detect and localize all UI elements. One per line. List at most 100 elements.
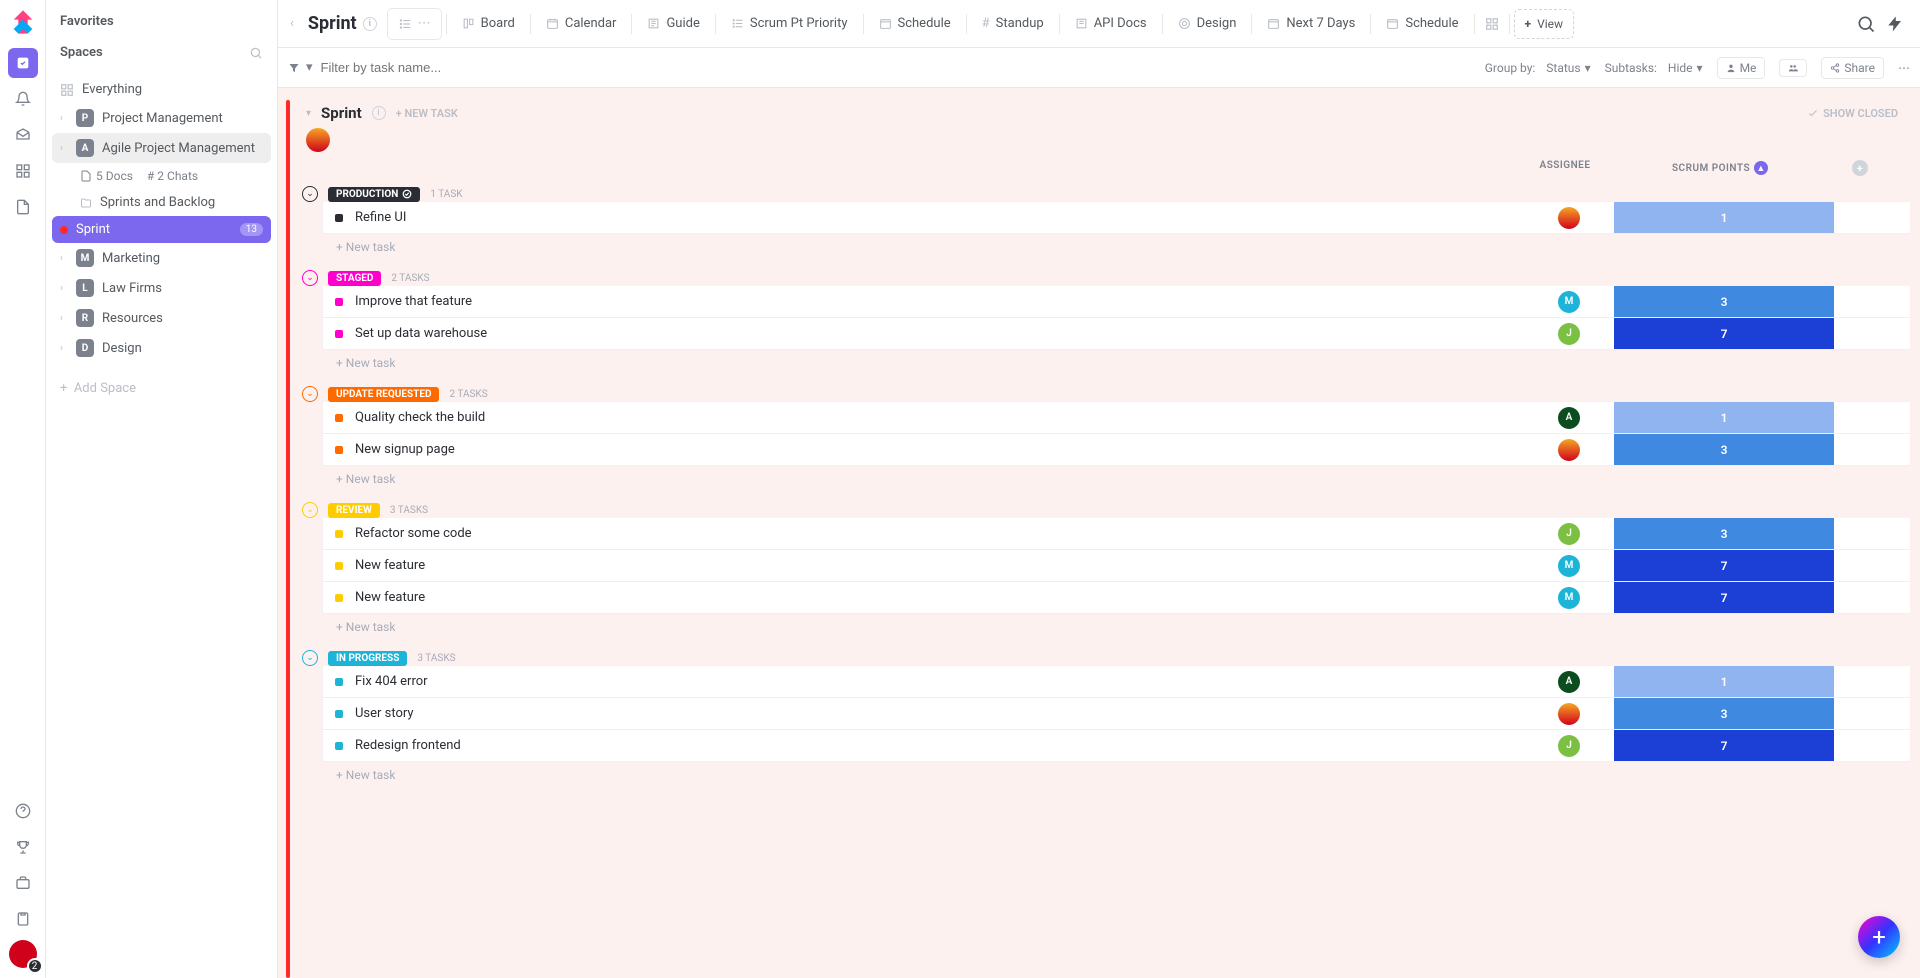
view-tab-standup[interactable]: #Standup [971,8,1055,40]
view-tab-api-docs[interactable]: API Docs [1064,8,1158,40]
assignee-avatar[interactable]: J [1558,523,1580,545]
sidebar-space-agile-project-management[interactable]: ›AAgile Project Management [52,133,271,163]
task-points-cell[interactable]: 7 [1614,730,1834,761]
groupby-button[interactable]: Group by: Status ▾ [1485,61,1591,75]
sidebar-spaces-header[interactable]: Spaces [46,37,277,68]
collapse-group-icon[interactable]: ⌄ [302,270,318,286]
view-tab-schedule[interactable]: Schedule [1375,8,1469,40]
task-row[interactable]: User story 3 [322,698,1910,730]
info-icon[interactable]: i [363,17,377,31]
collapse-group-icon[interactable]: ⌄ [302,186,318,202]
me-button[interactable]: Me [1717,57,1766,79]
rail-doc-icon[interactable] [8,192,38,222]
assignee-avatar[interactable]: M [1558,555,1580,577]
status-label[interactable]: STAGED [328,271,381,286]
task-row[interactable]: Redesign frontend J 7 [322,730,1910,762]
grid-view-icon[interactable] [1479,17,1505,31]
rail-trophy-icon[interactable] [8,832,38,862]
rail-inbox-icon[interactable] [8,120,38,150]
rail-help-icon[interactable] [8,796,38,826]
rail-bell-icon[interactable] [8,84,38,114]
share-button[interactable]: Share [1821,57,1884,79]
view-tab-board[interactable]: Board [451,8,526,40]
view-tab-scrum-pt-priority[interactable]: Scrum Pt Priority [720,8,859,40]
sidebar-list-sprint[interactable]: Sprint13 [52,216,271,243]
sidebar-space-project-management[interactable]: ›PProject Management [46,103,277,133]
col-points-header[interactable]: SCRUM POINTS▲ [1610,160,1830,176]
new-task-row[interactable]: + New task [288,350,1910,376]
rail-briefcase-icon[interactable] [8,868,38,898]
more-menu-icon[interactable]: ⋯ [1898,61,1910,75]
sidebar-space-resources[interactable]: ›RResources [46,303,277,333]
view-tab-design[interactable]: Design [1167,8,1248,40]
assignee-avatar[interactable] [1558,703,1580,725]
bolt-icon[interactable] [1886,15,1904,33]
add-view-button[interactable]: +View [1514,9,1575,39]
task-points-cell[interactable]: 3 [1614,434,1834,465]
assignee-avatar[interactable]: J [1558,323,1580,345]
docs-chip[interactable]: 5 Docs [80,169,133,183]
sprint-info-icon[interactable]: i [372,106,386,120]
task-row[interactable]: Refine UI 1 [322,202,1910,234]
assignee-avatar[interactable]: J [1558,735,1580,757]
task-points-cell[interactable]: 1 [1614,666,1834,697]
fab-create-button[interactable]: + [1858,916,1900,958]
collapse-group-icon[interactable]: ⌄ [302,650,318,666]
new-task-row[interactable]: + New task [288,614,1910,640]
logo-icon[interactable] [9,8,37,36]
task-points-cell[interactable]: 3 [1614,286,1834,317]
collapse-group-icon[interactable]: ⌄ [302,386,318,402]
task-points-cell[interactable]: 1 [1614,402,1834,433]
assignee-avatar[interactable]: M [1558,587,1580,609]
chats-chip[interactable]: # 2 Chats [147,169,198,183]
task-points-cell[interactable]: 3 [1614,698,1834,729]
assignee-avatar[interactable]: M [1558,291,1580,313]
collapse-group-icon[interactable]: ⌄ [302,502,318,518]
task-row[interactable]: New feature M 7 [322,550,1910,582]
view-tab-schedule[interactable]: Schedule [868,8,962,40]
assignee-avatar[interactable] [1558,207,1580,229]
view-tab-calendar[interactable]: Calendar [535,8,628,40]
view-tab-next-7-days[interactable]: Next 7 Days [1256,8,1366,40]
sidebar-space-law-firms[interactable]: ›LLaw Firms [46,273,277,303]
assignees-button[interactable] [1779,59,1807,77]
search-icon[interactable] [249,46,263,60]
task-points-cell[interactable]: 3 [1614,518,1834,549]
task-row[interactable]: Fix 404 error A 1 [322,666,1910,698]
sidebar-everything[interactable]: Everything [46,76,277,103]
filter-icon[interactable]: ▾ [288,60,313,75]
new-task-row[interactable]: + New task [288,762,1910,788]
task-points-cell[interactable]: 7 [1614,582,1834,613]
search-icon[interactable] [1856,14,1876,34]
rail-home-icon[interactable] [8,48,38,78]
view-tab-guide[interactable]: Guide [636,8,710,40]
more-icon[interactable]: ⋯ [418,16,431,31]
add-column-button[interactable]: + [1852,160,1868,176]
task-row[interactable]: Quality check the build A 1 [322,402,1910,434]
collapse-sidebar-icon[interactable]: ‹ [286,16,298,31]
filter-input[interactable] [321,60,1477,75]
status-label[interactable]: UPDATE REQUESTED [328,387,439,402]
add-space-button[interactable]: + Add Space [46,371,277,406]
assignee-avatar[interactable] [1558,439,1580,461]
show-closed-button[interactable]: SHOW CLOSED [1807,107,1910,120]
view-tab-list[interactable]: ⋯ [387,8,442,40]
assignee-avatar[interactable]: A [1558,671,1580,693]
sidebar-space-marketing[interactable]: ›MMarketing [46,243,277,273]
assignee-avatar[interactable]: A [1558,407,1580,429]
task-points-cell[interactable]: 7 [1614,318,1834,349]
sidebar-favorites-header[interactable]: Favorites [46,6,277,37]
task-row[interactable]: New feature M 7 [322,582,1910,614]
rail-apps-icon[interactable] [8,156,38,186]
task-row[interactable]: Improve that feature M 3 [322,286,1910,318]
task-points-cell[interactable]: 1 [1614,202,1834,233]
subtasks-button[interactable]: Subtasks: Hide ▾ [1605,61,1703,75]
task-row[interactable]: Set up data warehouse J 7 [322,318,1910,350]
task-row[interactable]: Refactor some code J 3 [322,518,1910,550]
task-row[interactable]: New signup page 3 [322,434,1910,466]
new-task-row[interactable]: + New task [288,466,1910,492]
new-task-button[interactable]: + NEW TASK [396,107,458,120]
status-label[interactable]: REVIEW [328,503,380,518]
new-task-row[interactable]: + New task [288,234,1910,260]
collapse-sprint-icon[interactable]: ▾ [306,108,311,119]
